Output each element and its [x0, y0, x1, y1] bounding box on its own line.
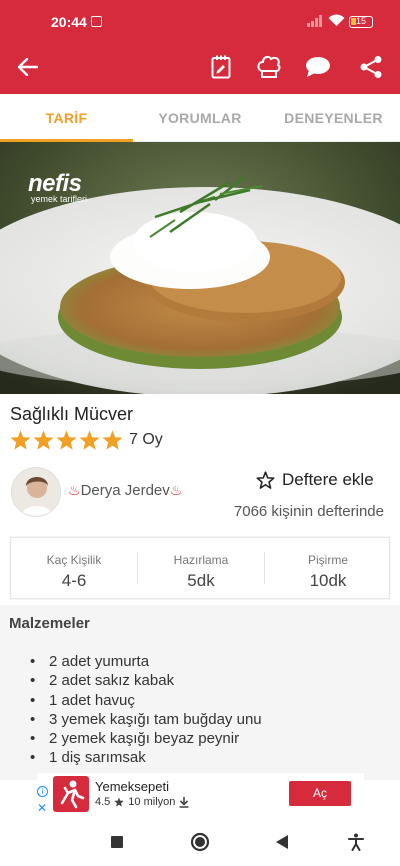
list-item: 2 yemek kaşığı beyaz peynir — [30, 729, 262, 749]
list-item: 3 yemek kaşığı tam buğday unu — [30, 710, 262, 730]
recipe-title: Sağlıklı Mücver — [10, 404, 134, 424]
status-time: 20:44 — [51, 14, 87, 30]
author-name: Derya Jerdev — [80, 482, 170, 499]
ad-app-icon — [53, 776, 89, 812]
circle-icon — [190, 832, 210, 852]
flame-icon: ♨ — [68, 482, 81, 498]
comment-icon[interactable] — [304, 53, 332, 81]
add-to-notebook-label: Deftere ekle — [282, 470, 374, 489]
notification-icon — [91, 16, 102, 27]
list-item: 2 adet yumurta — [30, 652, 262, 672]
nefis-logo: nefis yemek tarifleri — [28, 170, 87, 204]
author-avatar[interactable] — [11, 467, 61, 517]
vote-count: 7 Oy — [129, 431, 163, 448]
ad-app-meta: 4.5 10 milyon — [95, 796, 189, 808]
star-icon — [10, 430, 31, 450]
status-bar: 20:44 15 — [0, 0, 400, 40]
list-item: 1 adet havuç — [30, 691, 262, 711]
chef-hat-icon[interactable] — [255, 53, 283, 81]
rating-stars[interactable]: 7 Oy — [10, 430, 163, 450]
app-bar — [0, 40, 400, 94]
ad-open-button[interactable]: Aç — [289, 781, 351, 806]
ad-downloads: 10 milyon — [128, 796, 176, 808]
servings-label: Kaç Kişilik — [46, 553, 102, 567]
tab-yorumlar[interactable]: YORUMLAR — [133, 94, 267, 142]
prep-time-value: 5dk — [187, 571, 215, 590]
star-outline-icon — [256, 471, 275, 489]
ad-info-icon[interactable]: i — [37, 786, 48, 797]
servings-info: Kaç Kişilik 4-6 — [11, 538, 137, 600]
recents-button[interactable] — [107, 832, 127, 852]
battery-icon: 15 — [349, 16, 373, 28]
star-icon — [56, 430, 77, 450]
list-item: 1 diş sarımsak — [30, 748, 262, 768]
list-item: 2 adet sakız kabak — [30, 671, 262, 691]
tab-deneyenler[interactable]: DENEYENLER — [267, 94, 400, 142]
servings-value: 4-6 — [61, 571, 87, 590]
prep-time-info: Hazırlama 5dk — [138, 538, 264, 600]
tab-bar: TARİF YORUMLAR DENEYENLER — [0, 94, 400, 142]
cook-time-info: Pişirme 10dk — [265, 538, 391, 600]
add-to-notebook-button[interactable]: Deftere ekle — [256, 470, 374, 490]
back-button[interactable] — [272, 832, 292, 852]
cook-time-value: 10dk — [309, 571, 347, 590]
ingredients-list: 2 adet yumurta 2 adet sakız kabak 1 adet… — [30, 652, 262, 768]
notepad-icon[interactable] — [207, 53, 235, 81]
wifi-icon — [328, 14, 345, 26]
ad-rating: 4.5 — [95, 796, 111, 808]
star-icon — [33, 430, 54, 450]
triangle-back-icon — [276, 835, 288, 849]
notebook-count: 7066 kişinin defterinde — [233, 503, 384, 520]
star-icon — [79, 430, 100, 450]
back-arrow-icon[interactable] — [14, 53, 42, 81]
ad-app-name: Yemeksepeti — [95, 779, 169, 794]
logo-subtext: yemek tarifleri — [31, 194, 88, 204]
star-icon — [102, 430, 123, 450]
cook-time-label: Pişirme — [307, 553, 348, 567]
download-icon — [179, 796, 189, 808]
signal-icon — [307, 15, 322, 27]
accessibility-button[interactable] — [346, 832, 366, 852]
author-name-row[interactable]: ♨ Derya Jerdev ♨ — [68, 482, 182, 499]
ingredients-title: Malzemeler — [9, 615, 90, 632]
system-nav-bar — [0, 818, 400, 866]
square-icon — [111, 836, 123, 848]
ad-close-icon[interactable]: ✕ — [37, 801, 47, 815]
prep-time-label: Hazırlama — [173, 553, 229, 567]
star-icon — [114, 797, 125, 807]
home-button[interactable] — [190, 832, 210, 852]
flame-icon: ♨ — [169, 482, 183, 498]
ad-banner[interactable]: Yemeksepeti 4.5 10 milyon Aç — [37, 773, 364, 818]
tab-tarif[interactable]: TARİF — [0, 94, 133, 142]
share-icon[interactable] — [357, 53, 385, 81]
battery-level: 15 — [355, 16, 366, 26]
recipe-info-box: Kaç Kişilik 4-6 Hazırlama 5dk Pişirme 10… — [10, 537, 390, 599]
accessibility-icon — [348, 833, 364, 851]
